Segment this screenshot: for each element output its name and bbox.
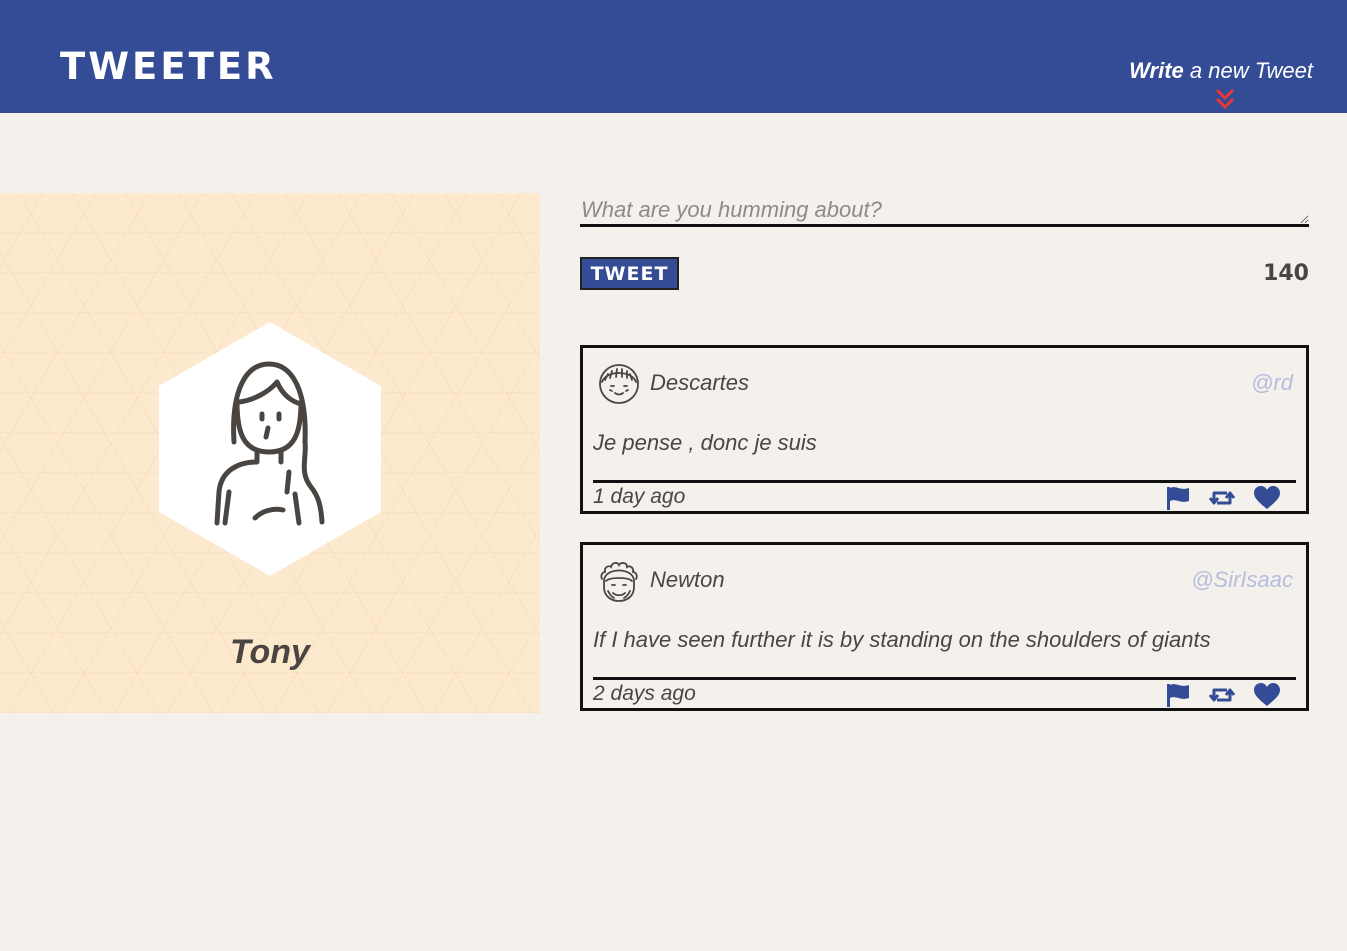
flag-icon[interactable] bbox=[1164, 485, 1192, 511]
tweet-author-name[interactable]: Descartes bbox=[650, 370, 749, 396]
tweet-divider bbox=[593, 480, 1296, 483]
tweet-divider bbox=[593, 677, 1296, 680]
retweet-icon[interactable] bbox=[1208, 485, 1236, 511]
profile-panel: Tony bbox=[0, 193, 540, 713]
brand-logo[interactable]: TWEETER bbox=[60, 48, 277, 85]
char-counter: 140 bbox=[1263, 261, 1309, 286]
tweet-author-handle[interactable]: @rd bbox=[1251, 370, 1293, 396]
profile-username: Tony bbox=[230, 633, 310, 671]
compose-toggle-strong: Write bbox=[1129, 58, 1184, 83]
double-chevron-down-icon[interactable] bbox=[1214, 88, 1236, 110]
tweet-submit-button[interactable]: Tweet bbox=[580, 257, 679, 290]
flag-icon[interactable] bbox=[1164, 682, 1192, 708]
tweet-actions bbox=[1164, 682, 1281, 708]
write-new-tweet-toggle[interactable]: Write a new Tweet bbox=[1129, 58, 1313, 84]
top-nav: TWEETER Write a new Tweet bbox=[0, 0, 1347, 113]
tweet-card: Descartes @rd Je pense , donc je suis 1 … bbox=[580, 345, 1309, 514]
tweet-card: Newton @SirIsaac If I have seen further … bbox=[580, 542, 1309, 711]
profile-avatar bbox=[159, 322, 381, 576]
compose-toggle-rest: a new Tweet bbox=[1183, 58, 1313, 83]
tweet-timestamp: 1 day ago bbox=[593, 485, 686, 508]
heart-icon[interactable] bbox=[1253, 485, 1281, 511]
tweet-actions bbox=[1164, 485, 1281, 511]
tweet-content: If I have seen further it is by standing… bbox=[593, 627, 1211, 652]
tweet-composer: Tweet 140 bbox=[580, 193, 1309, 290]
tweet-author-handle[interactable]: @SirIsaac bbox=[1191, 567, 1293, 593]
tweet-input[interactable] bbox=[580, 193, 1309, 227]
tweet-timestamp: 2 days ago bbox=[593, 682, 696, 705]
retweet-icon[interactable] bbox=[1208, 682, 1236, 708]
face-bangs-icon bbox=[599, 364, 639, 404]
tweet-author-name[interactable]: Newton bbox=[650, 567, 725, 593]
tweet-content: Je pense , donc je suis bbox=[593, 430, 817, 455]
face-curly-hair-icon bbox=[600, 562, 638, 602]
heart-icon[interactable] bbox=[1253, 682, 1281, 708]
